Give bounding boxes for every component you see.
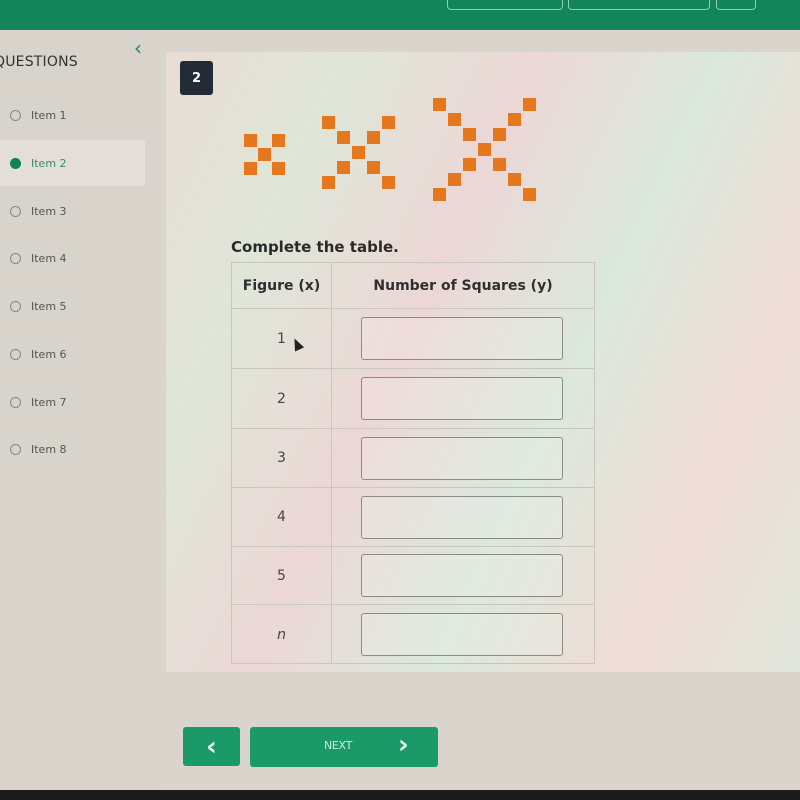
- pattern-square: [523, 188, 536, 201]
- table-row: n: [232, 605, 594, 664]
- figure-value: n: [232, 605, 332, 664]
- sidebar-item-6[interactable]: Item 6: [0, 331, 145, 377]
- sidebar-item-4[interactable]: Item 4: [0, 235, 145, 281]
- pattern-square: [322, 116, 335, 129]
- screen-bezel: [0, 790, 800, 800]
- sidebar-item-label: Item 8: [31, 442, 67, 456]
- pattern-square: [244, 134, 257, 147]
- squares-input-2[interactable]: [361, 377, 563, 420]
- squares-input-5[interactable]: [361, 554, 563, 597]
- pattern-square: [448, 173, 461, 186]
- figure-value: 4: [232, 488, 332, 546]
- pattern-square: [478, 143, 491, 156]
- pattern-square: [337, 131, 350, 144]
- chevron-left-icon: ‹: [206, 731, 217, 762]
- sidebar-item-8[interactable]: Item 8: [0, 426, 145, 472]
- pattern-square: [272, 162, 285, 175]
- table-row: 5: [232, 547, 594, 605]
- pattern-square: [493, 158, 506, 171]
- pattern-square: [337, 161, 350, 174]
- figure-value: 2: [232, 369, 332, 428]
- table-row: 4: [232, 488, 594, 547]
- sidebar-item-label: Item 7: [31, 395, 67, 409]
- table-row: 2: [232, 369, 594, 429]
- sidebar-item-label: Item 6: [31, 347, 67, 361]
- pattern-square: [367, 131, 380, 144]
- pattern-square: [244, 162, 257, 175]
- table-row: 1: [232, 309, 594, 369]
- pattern-square: [382, 116, 395, 129]
- header-figure: Figure (x): [232, 263, 332, 308]
- pattern-square: [382, 176, 395, 189]
- header-squares: Number of Squares (y): [373, 277, 553, 294]
- pattern-square: [508, 173, 521, 186]
- pattern-square: [272, 134, 285, 147]
- radio-icon: [10, 443, 21, 455]
- sidebar-item-label: Item 5: [31, 299, 67, 313]
- pattern-figures: [0, 0, 800, 230]
- pattern-square: [448, 113, 461, 126]
- radio-icon: [10, 300, 21, 312]
- squares-input-n[interactable]: [361, 613, 563, 656]
- squares-input-1[interactable]: [361, 317, 563, 360]
- figure-value: 3: [232, 429, 332, 487]
- answer-table: Figure (x) Number of Squares (y) 1 2 3 4…: [231, 262, 595, 664]
- figure-value: 5: [232, 547, 332, 604]
- pattern-square: [493, 128, 506, 141]
- radio-icon: [10, 396, 21, 408]
- table-row: 3: [232, 429, 594, 488]
- radio-icon: [10, 348, 21, 360]
- question-prompt: Complete the table.: [231, 238, 399, 256]
- pattern-square: [463, 128, 476, 141]
- previous-button[interactable]: ‹: [183, 727, 240, 766]
- pattern-square: [463, 158, 476, 171]
- sidebar-item-label: Item 4: [31, 251, 67, 265]
- radio-icon: [10, 252, 21, 264]
- chevron-right-icon: ›: [398, 730, 409, 760]
- pattern-square: [508, 113, 521, 126]
- squares-input-4[interactable]: [361, 495, 563, 539]
- pattern-square: [523, 98, 536, 111]
- table-header-row: Figure (x) Number of Squares (y): [232, 263, 594, 309]
- next-button[interactable]: NEXT ›: [250, 727, 438, 767]
- pattern-square: [367, 161, 380, 174]
- sidebar-item-5[interactable]: Item 5: [0, 283, 145, 329]
- figure-value: 1: [232, 309, 332, 368]
- sidebar-item-7[interactable]: Item 7: [0, 379, 145, 425]
- pattern-square: [258, 148, 271, 161]
- pattern-square: [352, 146, 365, 159]
- pattern-square: [322, 176, 335, 189]
- squares-input-3[interactable]: [361, 436, 563, 480]
- pattern-square: [433, 98, 446, 111]
- pattern-square: [433, 188, 446, 201]
